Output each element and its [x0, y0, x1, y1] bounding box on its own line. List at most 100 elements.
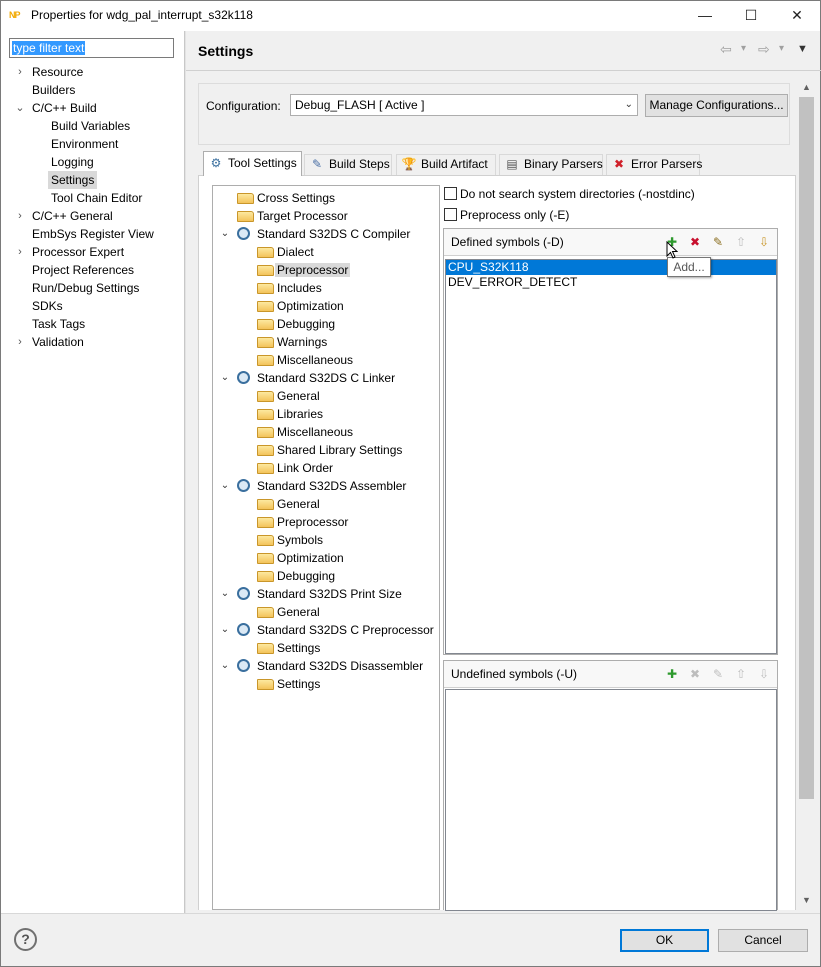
- minimize-button[interactable]: —: [682, 1, 728, 30]
- nav-item-tool-chain-editor[interactable]: Tool Chain Editor: [16, 189, 184, 207]
- tree-item-general[interactable]: General: [257, 495, 320, 513]
- tree-item-shared-library-settings[interactable]: Shared Library Settings: [257, 441, 402, 459]
- nav-item-validation[interactable]: › Validation: [16, 333, 184, 351]
- folder-icon: [257, 301, 274, 312]
- delete-symbol-icon[interactable]: ✖: [687, 234, 703, 250]
- nav-item-task-tags[interactable]: Task Tags: [16, 315, 184, 333]
- scroll-down-icon[interactable]: ▼: [798, 892, 815, 909]
- nav-item-embsys-register-view[interactable]: EmbSys Register View: [16, 225, 184, 243]
- tree-item-debugging[interactable]: Debugging: [257, 315, 335, 333]
- chevron-down-icon[interactable]: ⌄: [14, 99, 26, 117]
- scroll-thumb[interactable]: [799, 97, 814, 799]
- add-symbol-icon[interactable]: ✚: [664, 666, 680, 682]
- tab-build-artifact[interactable]: 🏆 Build Artifact: [396, 154, 496, 175]
- chevron-right-icon[interactable]: ›: [14, 207, 26, 225]
- cancel-button[interactable]: Cancel: [718, 929, 808, 952]
- tree-item-assembler[interactable]: ⌄ Standard S32DS Assembler: [219, 477, 406, 495]
- nav-item-logging[interactable]: Logging: [16, 153, 184, 171]
- nav-item-project-references[interactable]: Project References: [16, 261, 184, 279]
- tree-item-optimization[interactable]: Optimization: [257, 297, 344, 315]
- nav-item-settings[interactable]: Settings: [16, 171, 184, 189]
- tree-item-debugging[interactable]: Debugging: [257, 567, 335, 585]
- pane-splitter[interactable]: [184, 31, 186, 913]
- edit-symbol-icon[interactable]: ✎: [710, 234, 726, 250]
- tree-item-print-size[interactable]: ⌄ Standard S32DS Print Size: [219, 585, 402, 603]
- scroll-up-icon[interactable]: ▲: [798, 79, 815, 96]
- nav-item-builders[interactable]: Builders: [16, 81, 184, 99]
- tree-item-general[interactable]: General: [257, 603, 320, 621]
- tree-item-warnings[interactable]: Warnings: [257, 333, 327, 351]
- tree-item-includes[interactable]: Includes: [257, 279, 322, 297]
- manage-configurations-button[interactable]: Manage Configurations...: [645, 94, 788, 117]
- tree-item-optimization[interactable]: Optimization: [257, 549, 344, 567]
- list-item[interactable]: CPU_S32K118: [446, 260, 776, 275]
- close-button[interactable]: ✕: [774, 1, 820, 30]
- configuration-select[interactable]: Debug_FLASH [ Active ] ⌄: [290, 94, 638, 116]
- tree-item-settings[interactable]: Settings: [257, 639, 320, 657]
- chevron-down-icon[interactable]: ⌄: [219, 225, 231, 243]
- list-item[interactable]: DEV_ERROR_DETECT: [446, 275, 776, 290]
- maximize-button[interactable]: ☐: [728, 1, 774, 30]
- move-down-icon[interactable]: ⇩: [756, 234, 772, 250]
- tree-item-c-preprocessor[interactable]: ⌄ Standard S32DS C Preprocessor: [219, 621, 434, 639]
- tree-item-settings[interactable]: Settings: [257, 675, 320, 693]
- tree-item-target-processor[interactable]: Target Processor: [237, 207, 348, 225]
- tab-error-parsers[interactable]: ✖ Error Parsers: [606, 154, 702, 175]
- preprocess-only-checkbox[interactable]: [444, 208, 457, 221]
- nav-item-environment[interactable]: Environment: [16, 135, 184, 153]
- tree-item-label: Debugging: [277, 569, 336, 583]
- chevron-down-icon[interactable]: ⌄: [219, 369, 231, 387]
- tree-item-symbols[interactable]: Symbols: [257, 531, 323, 549]
- forward-menu-icon[interactable]: ▾: [779, 41, 784, 57]
- help-icon[interactable]: ?: [14, 928, 37, 951]
- nav-item-processor-expert[interactable]: › Processor Expert: [16, 243, 184, 261]
- nav-item-build-variables[interactable]: Build Variables: [16, 117, 184, 135]
- tree-item-c-linker[interactable]: ⌄ Standard S32DS C Linker: [219, 369, 395, 387]
- move-up-icon[interactable]: ⇧: [733, 234, 749, 250]
- tree-item-disassembler[interactable]: ⌄ Standard S32DS Disassembler: [219, 657, 423, 675]
- move-up-icon[interactable]: ⇧: [733, 666, 749, 682]
- chevron-down-icon[interactable]: ⌄: [219, 621, 231, 639]
- tree-item-miscellaneous[interactable]: Miscellaneous: [257, 351, 353, 369]
- tree-item-preprocessor[interactable]: Preprocessor: [257, 261, 351, 279]
- chevron-right-icon[interactable]: ›: [14, 243, 26, 261]
- tab-tool-settings[interactable]: ⚙ Tool Settings: [203, 151, 302, 176]
- chevron-down-icon[interactable]: ⌄: [219, 477, 231, 495]
- edit-symbol-icon[interactable]: ✎: [710, 666, 726, 682]
- chevron-down-icon[interactable]: ⌄: [219, 585, 231, 603]
- chevron-right-icon[interactable]: ›: [14, 333, 26, 351]
- nav-item-label: Builders: [32, 83, 76, 97]
- tree-item-link-order[interactable]: Link Order: [257, 459, 333, 477]
- tool-settings-tree[interactable]: Cross Settings Target Processor ⌄ Standa…: [212, 185, 440, 910]
- back-menu-icon[interactable]: ▾: [741, 41, 746, 57]
- tree-item-miscellaneous[interactable]: Miscellaneous: [257, 423, 353, 441]
- defined-symbols-list[interactable]: CPU_S32K118 DEV_ERROR_DETECT: [445, 259, 777, 654]
- chevron-down-icon[interactable]: ⌄: [219, 657, 231, 675]
- undefined-symbols-list[interactable]: [445, 689, 777, 911]
- nav-item-resource[interactable]: › Resource: [16, 63, 184, 81]
- nostdinc-checkbox[interactable]: [444, 187, 457, 200]
- forward-arrow-icon[interactable]: ⇨: [758, 41, 770, 57]
- tree-item-cross-settings[interactable]: Cross Settings: [237, 189, 335, 207]
- tab-binary-parsers[interactable]: ▤ Binary Parsers: [499, 154, 603, 175]
- vertical-scrollbar[interactable]: ▲ ▼: [798, 79, 815, 909]
- tree-item-libraries[interactable]: Libraries: [257, 405, 323, 423]
- tree-item-preprocessor[interactable]: Preprocessor: [257, 513, 348, 531]
- filter-input[interactable]: type filter text: [9, 38, 174, 58]
- move-down-icon[interactable]: ⇩: [756, 666, 772, 682]
- tree-item-c-compiler[interactable]: ⌄ Standard S32DS C Compiler: [219, 225, 410, 243]
- ok-button[interactable]: OK: [620, 929, 709, 952]
- nav-item-sdks[interactable]: SDKs: [16, 297, 184, 315]
- view-menu-icon[interactable]: ▼: [797, 41, 808, 57]
- tree-item-label: General: [277, 497, 320, 511]
- back-arrow-icon[interactable]: ⇦: [720, 41, 732, 57]
- folder-icon: [257, 337, 274, 348]
- nav-item-cpp-build[interactable]: ⌄ C/C++ Build: [14, 99, 184, 117]
- delete-symbol-icon[interactable]: ✖: [687, 666, 703, 682]
- tree-item-dialect[interactable]: Dialect: [257, 243, 314, 261]
- chevron-right-icon[interactable]: ›: [14, 63, 26, 81]
- nav-item-run-debug-settings[interactable]: Run/Debug Settings: [16, 279, 184, 297]
- tree-item-general[interactable]: General: [257, 387, 320, 405]
- nav-item-cpp-general[interactable]: › C/C++ General: [16, 207, 184, 225]
- tab-build-steps[interactable]: ✎ Build Steps: [304, 154, 392, 175]
